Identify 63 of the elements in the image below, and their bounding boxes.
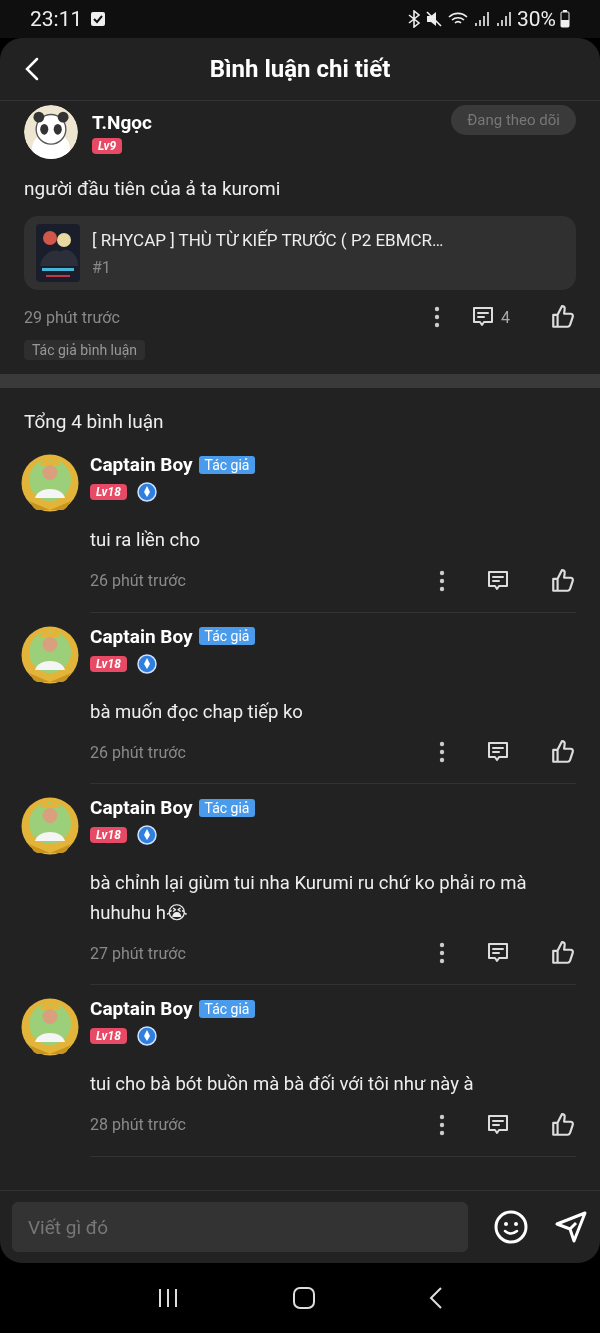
story-card[interactable]: [ RHYCAP ] THÙ TỪ KIẾP TRƯỚC ( P2 EBMCR… #1 — [24, 216, 576, 290]
comment-text: người đầu tiên của ả ta kuromi — [24, 177, 282, 200]
battery-percent: 30% — [517, 7, 556, 31]
thumbs-up-icon[interactable] — [550, 1111, 576, 1138]
comment-time: 28 phút trước — [90, 1115, 187, 1135]
author-name: Captain Boy — [90, 997, 193, 1021]
author-badge: Tác giả — [198, 798, 256, 817]
diamond-badge-icon — [136, 653, 157, 674]
more-icon[interactable] — [438, 1113, 446, 1136]
more-icon[interactable] — [438, 569, 446, 592]
level-badge: Lv18 — [90, 827, 127, 844]
emoji-icon[interactable] — [494, 1210, 528, 1244]
comment-time: 26 phút trước — [90, 571, 187, 591]
thumbs-up-icon[interactable] — [550, 739, 576, 766]
thumbs-up-icon[interactable] — [550, 940, 576, 967]
comment-icon[interactable] — [486, 568, 510, 593]
thumbs-up-icon[interactable] — [550, 567, 576, 594]
author-badge: Tác giả — [198, 455, 256, 474]
author-badge: Tác giả — [198, 627, 256, 646]
comment-time: 27 phút trước — [90, 943, 187, 963]
level-badge: Lv18 — [90, 484, 127, 500]
level-badge: Lv18 — [90, 655, 127, 672]
comment-icon[interactable] — [471, 305, 495, 329]
diamond-badge-icon — [136, 1026, 157, 1047]
author-name: Captain Boy — [90, 796, 193, 820]
level-badge: Lv18 — [90, 1028, 127, 1045]
author-name: T.Ngọc — [92, 110, 152, 134]
mute-icon — [425, 10, 443, 28]
battery-icon — [560, 10, 570, 28]
more-icon[interactable] — [438, 942, 446, 965]
more-icon[interactable] — [433, 306, 441, 328]
diamond-badge-icon — [136, 825, 157, 846]
chapter-number: #1 — [92, 257, 112, 277]
page-title: Bình luận chi tiết — [209, 55, 391, 83]
comment-text: tui ra liền cho — [90, 528, 201, 553]
author-badge: Tác giả — [198, 999, 256, 1018]
author-name: Captain Boy — [90, 624, 193, 648]
signal-icon — [473, 10, 491, 28]
comment-input[interactable]: Viết gì đó — [12, 1202, 468, 1252]
bluetooth-icon — [407, 10, 421, 28]
comment-text: tui cho bà bót buồn mà bà đối với tôi như này à — [90, 1072, 475, 1098]
send-icon[interactable] — [554, 1210, 588, 1244]
level-badge: Lv9 — [92, 137, 123, 154]
diamond-badge-icon — [136, 482, 157, 502]
comment-time: 29 phút trước — [24, 307, 121, 327]
back-icon[interactable] — [24, 57, 40, 81]
comment-time: 26 phút trước — [90, 742, 187, 762]
recent-apps-icon[interactable] — [156, 1287, 180, 1309]
signal-icon — [495, 10, 513, 28]
back-icon[interactable] — [428, 1286, 444, 1310]
checkbox-icon — [90, 11, 107, 27]
reply-count: 4 — [501, 307, 510, 327]
replies-heading: Tổng 4 bình luận — [23, 409, 165, 435]
status-time: 23:11 — [30, 7, 83, 31]
story-title: [ RHYCAP ] THÙ TỪ KIẾP TRƯỚC ( P2 EBMCR… — [92, 229, 444, 250]
comment-text: bà chỉnh lại giùm tui nha Kurumi ru chứ ko phải ro mà huhuhu h😭 — [90, 871, 528, 926]
author-tag: Tác giả bình luận — [24, 340, 146, 360]
more-icon[interactable] — [438, 741, 446, 764]
author-name: Captain Boy — [90, 453, 193, 476]
comment-text: bà muốn đọc chap tiếp ko — [90, 699, 304, 725]
thumbs-up-icon[interactable] — [550, 304, 576, 330]
comment-icon[interactable] — [486, 1112, 510, 1137]
home-icon[interactable] — [292, 1286, 316, 1310]
